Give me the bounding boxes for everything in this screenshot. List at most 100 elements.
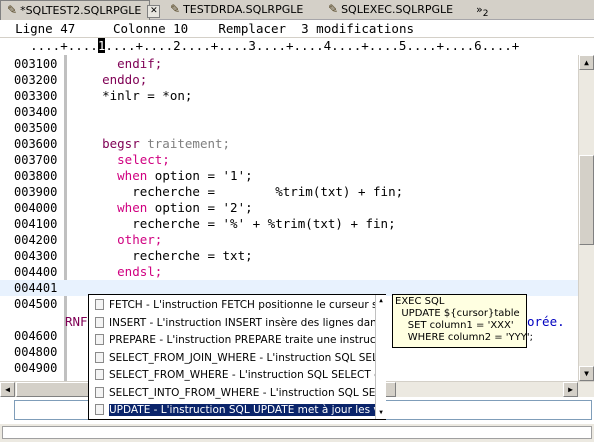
error-fragment: RNF bbox=[65, 314, 88, 329]
proposal-label: SELECT_FROM_WHERE - L'instruction SQL SE… bbox=[109, 369, 376, 381]
line-number: 003900 bbox=[14, 185, 58, 199]
code-text: when option = '2'; bbox=[72, 200, 253, 216]
tab-label: SQLEXEC.SQLRPGLE bbox=[341, 3, 454, 16]
code-line[interactable]: 004000 when option = '2'; bbox=[0, 200, 578, 216]
ruler-before: ....+.... bbox=[0, 38, 98, 53]
code-text: recherche = txt; bbox=[72, 248, 253, 263]
proposal-label: FETCH - L'instruction FETCH positionne l… bbox=[109, 299, 376, 311]
line-value: 47 bbox=[60, 21, 76, 36]
code-line[interactable]: 003900 recherche = %trim(txt) + fin; bbox=[0, 184, 578, 200]
bottom-scrollbar[interactable] bbox=[0, 424, 594, 442]
line-number: 004800 bbox=[14, 345, 58, 359]
column-label: Colonne bbox=[112, 21, 166, 36]
close-icon[interactable]: ✕ bbox=[147, 4, 161, 18]
code-rest: option = '1'; bbox=[147, 168, 253, 183]
line-number: 004200 bbox=[14, 233, 58, 247]
code-line[interactable]: 003100 endif; bbox=[0, 56, 578, 72]
edit-file-icon: ✎ bbox=[170, 2, 181, 16]
proposal-label: UPDATE - L'instruction SQL UPDATE met à … bbox=[109, 404, 376, 416]
code-line[interactable]: 003600 begsr traitement; bbox=[0, 136, 578, 152]
line-number: 003100 bbox=[14, 57, 58, 71]
code-text: endif; bbox=[72, 56, 163, 71]
line-number: 003700 bbox=[14, 153, 58, 167]
editor-status-line: Ligne 47 Colonne 10 Remplacer 3 modifica… bbox=[0, 20, 594, 38]
proposal-scroll-down-icon[interactable]: ▼ bbox=[377, 409, 385, 417]
line-number: 003800 bbox=[14, 169, 58, 183]
proposal-item[interactable]: SELECT_INTO_FROM_WHERE - L'instruction S… bbox=[89, 384, 376, 403]
code-line[interactable]: 003200 enddo; bbox=[0, 72, 578, 88]
tab-sqltest2[interactable]: ✎ *SQLTEST2.SQLRPGLE ✕ bbox=[0, 0, 161, 20]
code-line[interactable]: 003800 when option = '1'; bbox=[0, 168, 578, 184]
line-number: 004100 bbox=[14, 217, 58, 231]
scroll-left-icon[interactable]: ◀ bbox=[0, 382, 15, 397]
line-label: Ligne bbox=[15, 21, 53, 36]
proposal-item[interactable]: FETCH - L'instruction FETCH positionne l… bbox=[89, 296, 376, 315]
keyword: when bbox=[72, 200, 148, 215]
line-number: 004300 bbox=[14, 249, 58, 263]
code-text: select; bbox=[72, 152, 170, 167]
template-icon bbox=[95, 369, 104, 380]
code-line[interactable]: 004200 other; bbox=[0, 232, 578, 248]
line-number: 004500 bbox=[14, 297, 58, 311]
template-icon bbox=[95, 351, 104, 363]
edit-mode: Remplacer bbox=[218, 21, 287, 36]
code-line[interactable]: 004100 recherche = '%' + %trim(txt) + fi… bbox=[0, 216, 578, 232]
line-number: 004401 bbox=[14, 281, 58, 295]
tab-testdrda[interactable]: ✎ TESTDRDA.SQLRPGLE bbox=[170, 0, 340, 19]
code-line[interactable]: 003500 bbox=[0, 120, 578, 136]
tab-overflow[interactable]: »2 bbox=[476, 0, 506, 19]
overflow-icon: » bbox=[476, 3, 483, 16]
code-line[interactable]: 003400 bbox=[0, 104, 578, 120]
scroll-right-icon[interactable]: ▶ bbox=[563, 382, 578, 397]
code-rest: traitement; bbox=[139, 136, 231, 151]
code-text: other; bbox=[72, 232, 163, 247]
content-assist-popup[interactable]: FETCH - L'instruction FETCH positionne l… bbox=[88, 294, 386, 420]
overflow-count: 2 bbox=[482, 9, 489, 19]
code-text: recherche = '%' + %trim(txt) + fin; bbox=[72, 216, 396, 231]
column-ruler: ....+....1....+....2....+....3....+....4… bbox=[0, 38, 594, 54]
code-rest: option = '2'; bbox=[147, 200, 253, 215]
proposal-item[interactable]: SELECT_FROM_JOIN_WHERE - L'instruction S… bbox=[89, 349, 376, 368]
ruler-after: ....+....2....+....3....+....4....+....5… bbox=[105, 38, 520, 53]
vertical-scrollbar[interactable]: ▲ ▼ bbox=[578, 55, 594, 381]
edit-file-icon: ✎ bbox=[328, 2, 339, 16]
proposal-item[interactable]: PREPARE - L'instruction PREPARE traite u… bbox=[89, 331, 376, 350]
trailing-text: orée. bbox=[527, 314, 565, 329]
scroll-down-icon[interactable]: ▼ bbox=[579, 366, 594, 381]
proposal-item[interactable]: INSERT - L'instruction INSERT insère des… bbox=[89, 314, 376, 333]
line-number: 004400 bbox=[14, 265, 58, 279]
keyword: begsr bbox=[72, 136, 140, 151]
code-line[interactable]: 004400 endsl; bbox=[0, 264, 578, 280]
template-icon bbox=[95, 299, 104, 310]
proposal-scroll-up-icon[interactable]: ▲ bbox=[377, 297, 385, 305]
code-line[interactable]: 003700 select; bbox=[0, 152, 578, 168]
edit-file-icon: ✎ bbox=[7, 3, 18, 17]
column-value: 10 bbox=[173, 21, 189, 36]
proposal-scrollbar[interactable]: ▲ ▼ bbox=[375, 295, 386, 419]
proposal-label: INSERT - L'instruction INSERT insère des… bbox=[109, 316, 376, 329]
template-icon bbox=[95, 334, 104, 345]
code-text: when option = '1'; bbox=[72, 168, 253, 184]
proposal-label: SELECT_INTO_FROM_WHERE - L'instruction S… bbox=[109, 386, 376, 399]
line-number: 004900 bbox=[14, 361, 58, 375]
bottom-scroll-track[interactable] bbox=[2, 426, 592, 439]
editor-tab-bar: ✎ *SQLTEST2.SQLRPGLE ✕ ✎ TESTDRDA.SQLRPGLE … bbox=[0, 0, 594, 20]
code-line[interactable]: 004300 recherche = txt; bbox=[0, 248, 578, 264]
line-number: 003600 bbox=[14, 137, 58, 151]
code-line[interactable]: 003300 *inlr = *on; bbox=[0, 88, 578, 104]
proposal-item[interactable]: UPDATE - L'instruction SQL UPDATE met à … bbox=[89, 401, 376, 420]
line-number: 003500 bbox=[14, 121, 58, 135]
line-number: 003300 bbox=[14, 89, 58, 103]
tab-label: TESTDRDA.SQLRPGLE bbox=[183, 3, 304, 16]
code-text: enddo; bbox=[72, 72, 148, 87]
line-number: 003200 bbox=[14, 73, 58, 87]
template-icon bbox=[95, 316, 104, 328]
code-text: recherche = %trim(txt) + fin; bbox=[72, 184, 404, 199]
code-text: *inlr = *on; bbox=[72, 88, 193, 103]
scroll-thumb[interactable] bbox=[579, 155, 594, 245]
proposal-item[interactable]: SELECT_FROM_WHERE - L'instruction SQL SE… bbox=[89, 366, 376, 385]
proposal-documentation: EXEC SQL UPDATE ${cursor}table SET colum… bbox=[392, 294, 533, 348]
template-icon bbox=[95, 404, 104, 415]
scroll-up-icon[interactable]: ▲ bbox=[579, 55, 594, 70]
tab-sqlexec[interactable]: ✎ SQLEXEC.SQLRPGLE bbox=[328, 0, 468, 19]
